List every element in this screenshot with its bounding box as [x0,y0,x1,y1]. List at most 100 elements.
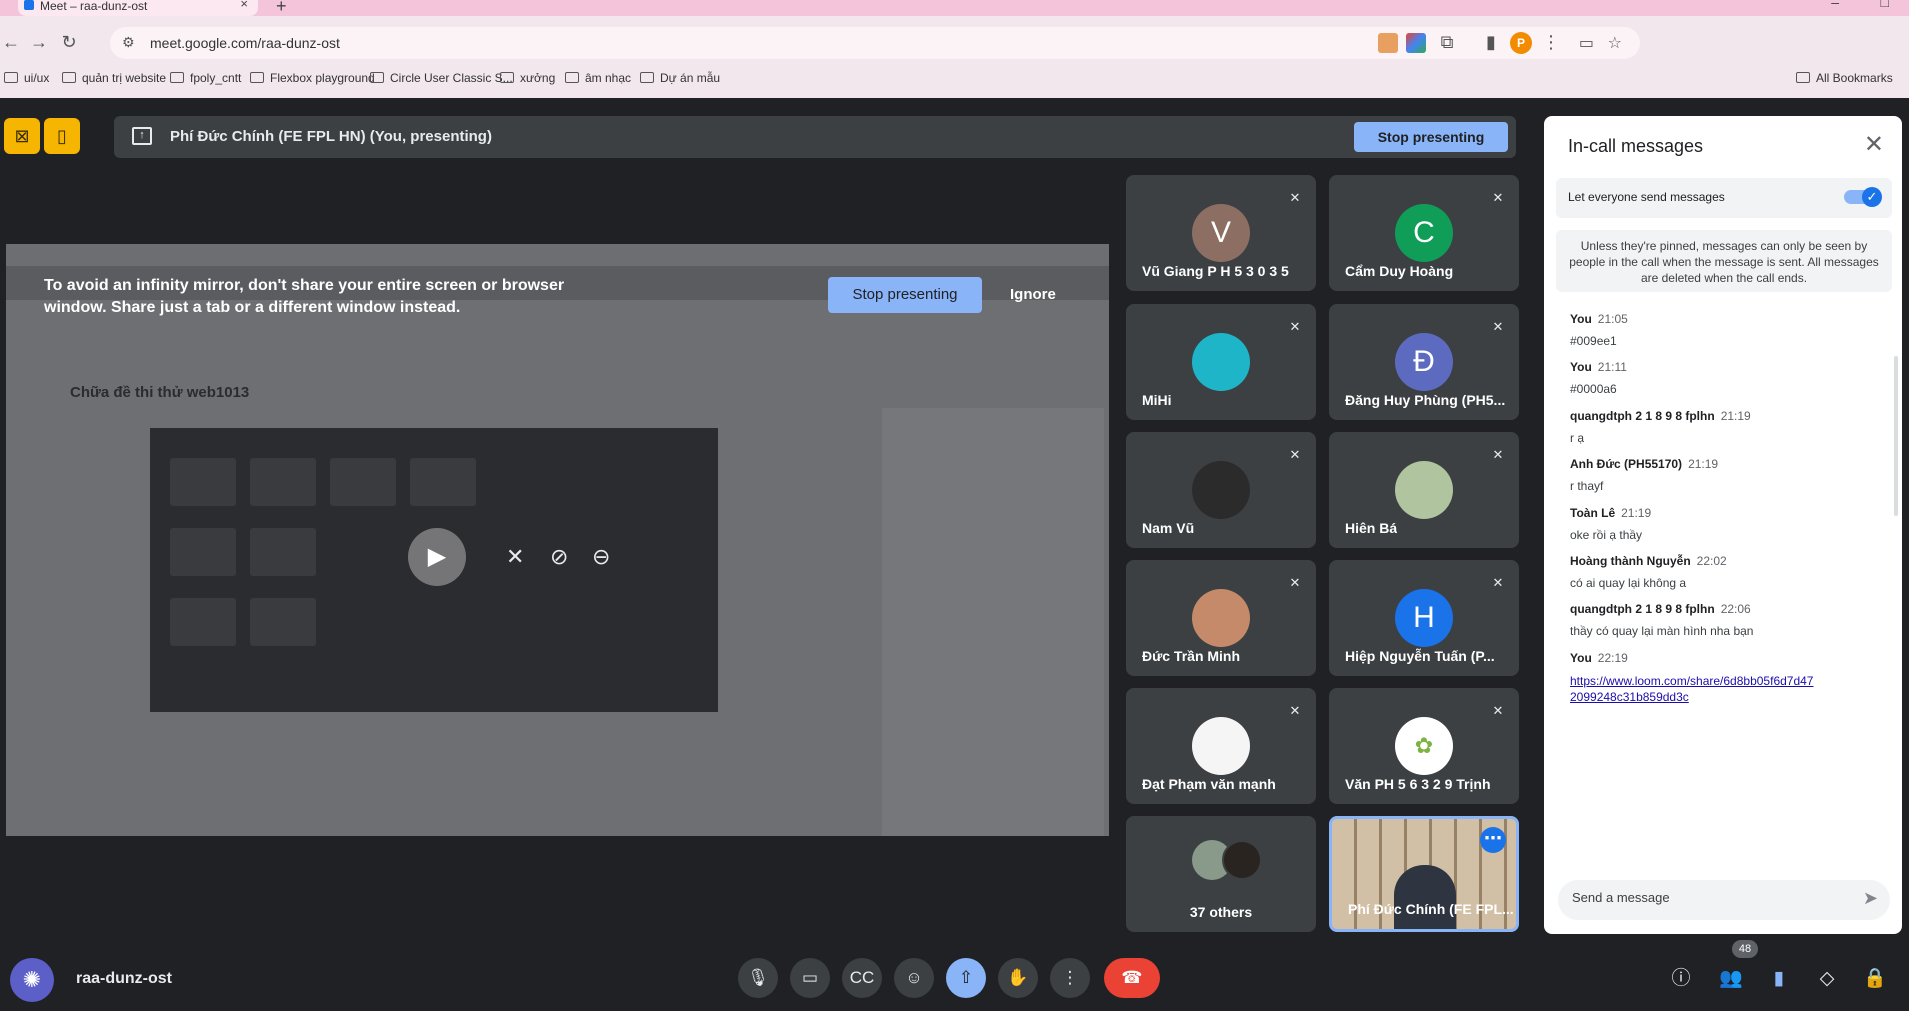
bookmark-label: fpoly_cntt [190,71,242,85]
mic-off-icon: ✕ [506,544,525,569]
avatar [1192,461,1250,519]
extension-1-icon[interactable] [1378,33,1398,53]
bookmark-item[interactable]: Circle User Classic S... [370,71,513,85]
bookmark-item[interactable]: ui/ux [4,71,49,85]
message-input[interactable] [1572,890,1822,905]
flag-icon [370,72,384,83]
message-text: #0000a6 [1570,382,1617,396]
bookmark-item[interactable]: quản trị website [62,71,166,85]
chat-title: In-call messages [1568,136,1704,156]
minimize-icon[interactable]: – [1831,0,1839,10]
stop-presenting-button[interactable]: Stop presenting [1354,122,1508,152]
participant-tile[interactable]: ✕ Đức Trần Minh [1126,560,1316,676]
site-info-icon[interactable]: ⚙ [122,34,140,52]
flexbox-icon [250,72,264,83]
participant-name: Hiệp Nguyễn Tuấn (P... [1345,648,1495,664]
extension-2-icon[interactable] [1406,33,1426,53]
bookmark-item[interactable]: âm nhạc [565,71,631,85]
tab-title: Meet – raa-dunz-ost [40,0,148,13]
participant-tile[interactable]: ✕ Đạt Phạm văn mạnh [1126,688,1316,804]
browser-menu-icon[interactable]: ⋮ [1540,31,1562,53]
mic-off-icon: ✕ [1492,190,1504,205]
bookmark-item[interactable]: Dự án mẫu [640,71,720,85]
hang-up-icon: ☎ [1121,968,1143,987]
send-messages-toggle[interactable]: ✓ [1844,187,1882,207]
more-vert-icon: ⋮ [1061,968,1079,987]
shared-screen-preview: Chữa đề thi thử web1013 ▶ ✕ ⊘ ⊖ [6,244,1109,836]
star-icon[interactable]: ☆ [1608,33,1622,53]
participant-tile[interactable]: C ✕ Cẩm Duy Hoàng [1329,175,1519,291]
message-sender: quangdtph 2 1 8 9 8 fplhn [1570,602,1715,616]
chat-scrollbar[interactable] [1894,356,1898,516]
extensions-icon[interactable]: ⧉ [1436,31,1458,53]
bookmark-item[interactable]: fpoly_cntt [170,71,241,85]
side-panel-icon[interactable]: ▮ [1480,31,1502,53]
others-tile[interactable]: 37 others [1126,816,1316,932]
minus-circle-icon: ⊖ [592,544,611,569]
bookmark-label: Dự án mẫu [660,71,721,85]
message-text: có ai quay lại không a [1570,576,1687,590]
camera-icon: ▭ [801,968,819,987]
forward-icon[interactable]: → [28,31,50,53]
message-header: Hoàng thành Nguyễn 22:02 [1570,554,1727,568]
folder-icon [500,72,514,83]
profile-avatar[interactable]: P [1510,32,1532,54]
participant-name: Văn PH 5 6 3 2 9 Trịnh [1345,776,1491,792]
meeting-activity-icon[interactable]: ✺ [10,958,54,1002]
participant-tile[interactable]: ✿ ✕ Văn PH 5 6 3 2 9 Trịnh [1329,688,1519,804]
back-icon[interactable]: ← [0,31,22,53]
meet-app: ⊠ ▯ ↑ Phí Đức Chính (FE FPL HN) (You, pr… [0,98,1909,1011]
avatar: V [1192,204,1250,262]
participant-tile[interactable]: ✕ MiHi [1126,304,1316,420]
reactions-button[interactable]: ☺ [894,958,934,998]
send-icon[interactable]: ➤ [1863,888,1878,909]
captions-button[interactable]: CC [842,958,882,998]
message-link[interactable]: https://www.loom.com/share/6d8bb05f6d7d4… [1570,673,1820,705]
shared-side-panel [882,408,1104,836]
participant-tile[interactable]: ✕ Nam Vũ [1126,432,1316,548]
hide-self-view-button[interactable]: ⊠ [4,118,40,154]
more-options-button[interactable]: ⋮ [1050,958,1090,998]
bookmark-item[interactable]: xưởng [500,71,555,85]
mic-off-icon: ✕ [1289,447,1301,462]
microphone-button[interactable]: 🎙 [738,958,778,998]
self-video-tile[interactable]: ⋯ Phí Đức Chính (FE FPL... [1329,816,1519,932]
maximize-icon[interactable]: □ [1881,0,1889,10]
ignore-button[interactable]: Ignore [1010,286,1056,303]
bookmark-item[interactable]: Flexbox playground [250,71,375,85]
participant-tile[interactable]: Đ ✕ Đăng Huy Phùng (PH5... [1329,304,1519,420]
raise-hand-button[interactable]: ✋ [998,958,1038,998]
avatar [1192,717,1250,775]
reload-icon[interactable]: ↻ [58,31,80,53]
people-icon[interactable]: 👥 [1716,964,1746,994]
participant-name: Vũ Giang P H 5 3 0 3 5 [1142,263,1289,279]
captions-icon: CC [849,968,875,987]
all-bookmarks[interactable]: All Bookmarks [1796,71,1893,85]
self-video-person [1394,865,1456,929]
mic-off-icon: ✕ [1492,319,1504,334]
meeting-details-icon[interactable]: ⓘ [1666,964,1696,994]
message-header: quangdtph 2 1 8 9 8 fplhn 22:06 [1570,602,1753,616]
camera-icon[interactable]: ▭ [1579,33,1594,53]
participant-tile[interactable]: H ✕ Hiệp Nguyễn Tuấn (P... [1329,560,1519,676]
chat-icon[interactable]: ▮ [1764,964,1794,994]
close-icon[interactable]: ✕ [1864,130,1884,159]
others-count-label: 37 others [1189,904,1253,920]
close-tab-icon[interactable]: × [240,0,248,10]
activities-icon[interactable]: ◇ [1812,964,1842,994]
layout-button[interactable]: ▯ [44,118,80,154]
new-tab-icon[interactable]: + [276,0,287,17]
more-options-icon[interactable]: ⋯ [1480,827,1506,853]
host-controls-icon[interactable]: 🔒 [1860,964,1890,994]
participant-tile[interactable]: V ✕ Vũ Giang P H 5 3 0 3 5 [1126,175,1316,291]
present-button[interactable]: ⇧ [946,958,986,998]
camera-button[interactable]: ▭ [790,958,830,998]
leave-call-button[interactable]: ☎ [1104,958,1160,998]
chat-message: You 22:19 https://www.loom.com/share/6d8b… [1570,651,1820,705]
browser-tab[interactable]: Meet – raa-dunz-ost × [18,0,258,16]
bookmark-label: Circle User Classic S... [390,71,513,85]
participant-tile[interactable]: ✕ Hiên Bá [1329,432,1519,548]
warning-stop-presenting-button[interactable]: Stop presenting [828,277,982,313]
avatar [1222,840,1262,880]
participant-name: MiHi [1142,392,1172,408]
